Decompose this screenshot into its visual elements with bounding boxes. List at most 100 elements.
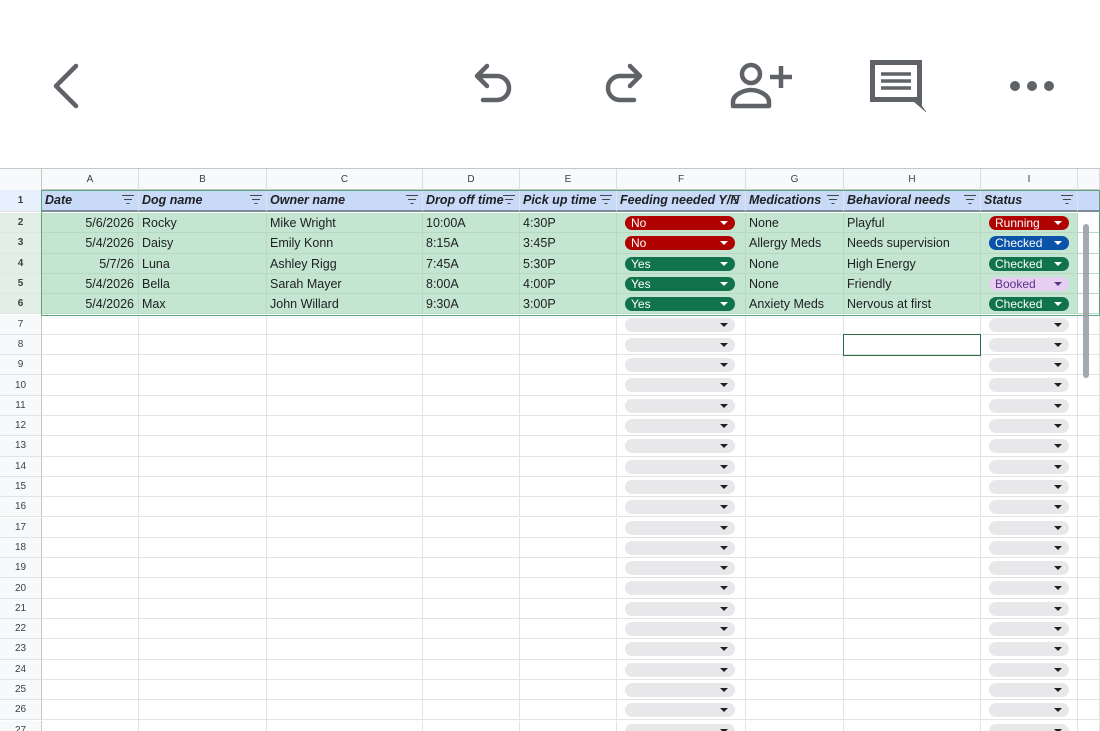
empty-cell[interactable]	[617, 619, 746, 640]
row-number[interactable]: 3	[0, 233, 42, 254]
row-number[interactable]: 9	[0, 355, 42, 376]
empty-cell[interactable]	[746, 436, 844, 457]
empty-cell[interactable]	[844, 598, 981, 619]
empty-cell[interactable]	[746, 497, 844, 518]
empty-cell[interactable]	[844, 456, 981, 477]
empty-cell[interactable]	[617, 517, 746, 538]
empty-cell[interactable]	[139, 436, 267, 457]
empty-cell[interactable]	[844, 639, 981, 660]
status-dropdown-chip[interactable]	[989, 723, 1069, 731]
empty-cell[interactable]	[520, 558, 617, 579]
extra-cell[interactable]	[1078, 213, 1100, 234]
extra-cell[interactable]	[1078, 395, 1100, 416]
empty-cell[interactable]	[423, 700, 520, 721]
empty-cell[interactable]	[746, 537, 844, 559]
empty-cell[interactable]	[42, 375, 139, 396]
feeding-dropdown-chip[interactable]: Yes	[625, 276, 735, 291]
row-number[interactable]: 14	[0, 456, 42, 477]
empty-cell[interactable]	[42, 497, 139, 518]
empty-cell[interactable]	[423, 659, 520, 680]
empty-cell[interactable]	[844, 537, 981, 559]
pick-up-cell[interactable]: 5:30P	[520, 253, 617, 274]
empty-cell[interactable]	[267, 639, 423, 660]
empty-cell[interactable]	[844, 355, 981, 376]
empty-cell[interactable]	[139, 497, 267, 518]
header-cell[interactable]: Pick up time	[520, 190, 617, 212]
empty-cell[interactable]	[267, 558, 423, 579]
empty-cell[interactable]	[423, 598, 520, 619]
empty-cell[interactable]	[423, 558, 520, 579]
owner-name-cell[interactable]: Emily Konn	[267, 233, 423, 254]
empty-cell[interactable]	[423, 578, 520, 599]
feeding-dropdown-chip[interactable]	[625, 358, 735, 373]
medications-cell[interactable]: Allergy Meds	[746, 233, 844, 254]
empty-cell[interactable]	[520, 334, 617, 356]
empty-cell[interactable]	[844, 497, 981, 518]
row-number[interactable]: 11	[0, 395, 42, 416]
empty-cell[interactable]	[844, 578, 981, 599]
empty-cell[interactable]	[617, 578, 746, 599]
empty-cell[interactable]	[617, 416, 746, 437]
empty-cell[interactable]	[617, 558, 746, 579]
empty-cell[interactable]	[981, 578, 1078, 599]
empty-cell[interactable]	[617, 456, 746, 477]
empty-cell[interactable]	[423, 720, 520, 731]
row-number[interactable]: 2	[0, 213, 42, 234]
row-number[interactable]: 22	[0, 619, 42, 640]
empty-cell[interactable]	[746, 558, 844, 579]
empty-cell[interactable]	[981, 517, 1078, 538]
date-cell[interactable]: 5/4/2026	[42, 273, 139, 295]
empty-cell[interactable]	[139, 578, 267, 599]
extra-cell[interactable]	[1078, 375, 1100, 396]
filter-icon[interactable]	[250, 195, 262, 205]
empty-cell[interactable]	[139, 476, 267, 498]
status-dropdown-chip[interactable]: Checked	[989, 297, 1069, 312]
dog-name-cell[interactable]: Max	[139, 294, 267, 315]
owner-name-cell[interactable]: Mike Wright	[267, 213, 423, 234]
empty-cell[interactable]	[617, 639, 746, 660]
row-number[interactable]: 4	[0, 253, 42, 274]
pick-up-cell[interactable]: 4:30P	[520, 213, 617, 234]
extra-cell[interactable]	[1078, 416, 1100, 437]
empty-cell[interactable]	[42, 517, 139, 538]
empty-cell[interactable]	[267, 700, 423, 721]
empty-cell[interactable]	[520, 476, 617, 498]
empty-cell[interactable]	[520, 578, 617, 599]
header-cell[interactable]: Medications	[746, 190, 844, 212]
extra-cell[interactable]	[1078, 517, 1100, 538]
empty-cell[interactable]	[981, 395, 1078, 416]
extra-cell[interactable]	[1078, 537, 1100, 559]
empty-cell[interactable]	[139, 416, 267, 437]
empty-cell[interactable]	[139, 355, 267, 376]
feeding-dropdown-chip[interactable]	[625, 317, 735, 332]
empty-cell[interactable]	[746, 700, 844, 721]
status-dropdown-chip[interactable]	[989, 581, 1069, 596]
row-number[interactable]: 21	[0, 598, 42, 619]
empty-cell[interactable]	[423, 334, 520, 356]
status-dropdown-chip[interactable]: Checked	[989, 236, 1069, 251]
filter-icon[interactable]	[600, 195, 612, 205]
empty-cell[interactable]	[617, 659, 746, 680]
date-cell[interactable]: 5/6/2026	[42, 213, 139, 234]
pick-up-cell[interactable]: 3:45P	[520, 233, 617, 254]
row-number[interactable]: 24	[0, 659, 42, 680]
extra-cell[interactable]	[1078, 700, 1100, 721]
empty-cell[interactable]	[746, 456, 844, 477]
empty-cell[interactable]	[520, 314, 617, 335]
empty-cell[interactable]	[267, 355, 423, 376]
empty-cell[interactable]	[423, 537, 520, 559]
empty-cell[interactable]	[617, 679, 746, 701]
row-number[interactable]: 19	[0, 558, 42, 579]
empty-cell[interactable]	[844, 619, 981, 640]
row-number[interactable]: 26	[0, 700, 42, 721]
empty-cell[interactable]	[981, 334, 1078, 356]
empty-cell[interactable]	[139, 700, 267, 721]
empty-cell[interactable]	[981, 497, 1078, 518]
row-number[interactable]: 10	[0, 375, 42, 396]
empty-cell[interactable]	[617, 436, 746, 457]
pick-up-cell[interactable]: 3:00P	[520, 294, 617, 315]
empty-cell[interactable]	[520, 639, 617, 660]
empty-cell[interactable]	[520, 436, 617, 457]
empty-cell[interactable]	[520, 679, 617, 701]
more-options-button[interactable]	[996, 50, 1068, 122]
